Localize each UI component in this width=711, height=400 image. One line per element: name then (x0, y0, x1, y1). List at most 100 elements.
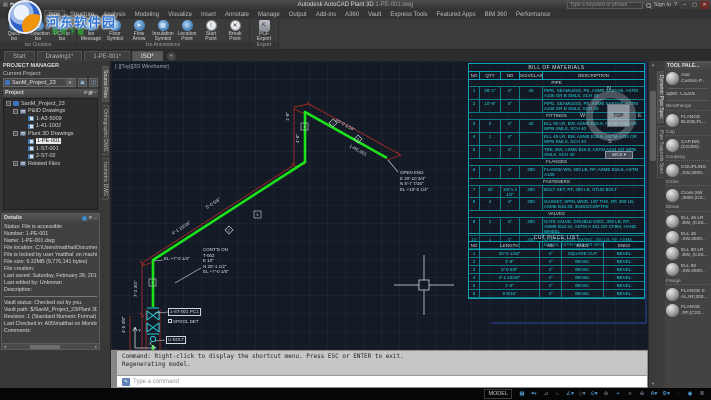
qat-icon[interactable]: ↷ (23, 2, 27, 8)
ribbon-tab[interactable]: Output (285, 11, 311, 19)
palette-item[interactable]: ELL 45 LR ,BW, (CS3... (666, 215, 710, 228)
palette-item[interactable]: ELL 90 LR ,BW, (CS3... (666, 247, 710, 260)
tool-palette-tab[interactable]: Dynamic Pipe Spec (657, 71, 664, 123)
ribbon-button[interactable]: ✉ Iso Message (79, 20, 103, 42)
tree-item[interactable]: 1-ST-001 (4, 145, 97, 153)
wcs-dropdown[interactable]: WCS ▾ (605, 151, 633, 159)
palette-item[interactable]: FLANGE ,RF,(CS3... (666, 304, 710, 317)
qat-icon[interactable]: ⬒ (10, 2, 15, 8)
viewcube-south[interactable]: S (608, 139, 612, 145)
palette-item[interactable]: BlindFlange (666, 104, 710, 110)
ribbon-button[interactable]: ▤ Quick Iso (2, 20, 26, 42)
palette-side-tab[interactable]: Orthographic DWG (102, 105, 109, 156)
ribbon-tab[interactable]: Annotate (221, 11, 253, 19)
tree-expand-toggle[interactable] (21, 116, 26, 121)
palette-side-tab[interactable]: Source Files (102, 66, 109, 102)
ribbon-button[interactable]: ⇱ PCF Export (252, 20, 276, 42)
ribbon-button[interactable]: ◫ Floor Symbol (103, 20, 127, 42)
ribbon-tab[interactable]: Structure (66, 11, 98, 19)
scroll-down-icon[interactable]: ▼ (649, 380, 657, 388)
palette-item[interactable]: Coupling (666, 155, 710, 161)
ribbon-tab[interactable]: Visualize (164, 11, 196, 19)
ribbon-tab[interactable]: Isos (44, 10, 65, 19)
palette-item[interactable]: Cross,SW ,3000 (CS... (666, 189, 710, 202)
sign-in-button[interactable]: Sign In (654, 2, 671, 8)
command-window[interactable]: Command: Right-click to display the shor… (111, 350, 648, 388)
tool-palette-tab[interactable]: Pipe Supports Spec (657, 126, 664, 178)
palette-item[interactable] (668, 88, 708, 89)
palette-item[interactable]: Cross (666, 180, 710, 186)
palette-item[interactable]: COUPLING ,SW,3000... (666, 164, 710, 177)
file-tab[interactable]: Drawing1* (37, 51, 83, 61)
palette-item[interactable]: Elbow (666, 205, 710, 211)
details-collapse-icon[interactable]: − (94, 216, 97, 221)
viewcube-east[interactable]: E (638, 113, 642, 119)
qat-icon[interactable]: ↶ (16, 2, 20, 8)
ribbon-button[interactable]: ✕ Break Point (223, 20, 247, 42)
status-toggle[interactable]: + (613, 390, 623, 399)
tree-item[interactable]: − P&ID Drawings (4, 108, 97, 116)
status-toggle[interactable]: ∠▾ (565, 390, 575, 399)
current-project-dropdown[interactable]: SanM_Project_23 ▼ (3, 78, 76, 87)
viewcube-north[interactable]: N (607, 86, 611, 92)
palette-item[interactable]: FLANGE S AL,RF,300... (666, 288, 710, 301)
status-toggle[interactable]: ≡ (625, 390, 635, 399)
ribbon-tab[interactable]: Vault (364, 11, 385, 19)
palette-side-tab[interactable]: Isometric DWG (102, 158, 109, 200)
status-toggle[interactable]: ⌗▾ (529, 390, 539, 399)
details-horizontal-scrollbar[interactable]: ◂ ▸ (2, 343, 99, 349)
tree-expand-toggle[interactable]: − (13, 131, 18, 136)
palette-item[interactable]: ELL 90 ,SW,3000... (666, 263, 710, 276)
canvas-vertical-scrollbar[interactable]: ▲ ▼ (648, 61, 656, 388)
infocenter-search-input[interactable]: Type a keyword or phrase (567, 2, 643, 9)
tool-palettes-title[interactable]: TOOL PALE... (665, 61, 711, 70)
ribbon-tab[interactable]: BIM 360 (481, 11, 511, 19)
file-tab[interactable]: ISO* (132, 51, 163, 61)
tree-expand-toggle[interactable] (21, 124, 26, 129)
ribbon-tab[interactable]: Featured Apps (433, 11, 480, 19)
command-input[interactable]: ✎ Type a command (112, 375, 647, 387)
views-icon[interactable]: ▥ (88, 90, 92, 96)
tree-expand-toggle[interactable] (21, 146, 26, 151)
details-refresh-icon[interactable]: ⟳ (89, 215, 93, 221)
tree-item[interactable]: − Plant 3D Drawings (4, 130, 97, 138)
status-toggle[interactable]: ⊙▾ (589, 390, 599, 399)
close-button[interactable]: ✕ (700, 1, 709, 9)
status-toggle[interactable]: ⊛ (601, 390, 611, 399)
ribbon-button[interactable]: ➤ Flow Arrow (127, 20, 151, 42)
qat-icon[interactable]: ▾ (29, 2, 32, 8)
scroll-up-icon[interactable]: ▲ (649, 61, 657, 69)
collapse-icon[interactable]: − (93, 90, 96, 96)
ribbon-button[interactable]: ▦ Insulation Symbol (151, 20, 175, 42)
file-tab[interactable]: Start (4, 51, 35, 61)
status-toggle[interactable]: ⚙▾ (661, 390, 671, 399)
ribbon-tab[interactable]: A360 (341, 11, 363, 19)
viewport-controls[interactable]: [-][Top][2D Wireframe] (115, 64, 169, 70)
tree-item[interactable]: 1-A3-5009 (4, 115, 97, 123)
tree-expand-toggle[interactable] (21, 139, 26, 144)
status-toggle[interactable]: ∟ (553, 390, 563, 399)
ribbon-button[interactable]: ! Start Point (199, 20, 223, 42)
file-tab[interactable]: 1-PE-001* (84, 51, 130, 61)
palette-item[interactable]: Flange (666, 279, 710, 285)
status-toggle[interactable]: ◉ (685, 390, 695, 399)
ribbon-tab[interactable]: Insert (197, 11, 220, 19)
refresh-icon[interactable]: ⟳ (83, 90, 87, 96)
maximize-button[interactable]: ▢ (690, 1, 699, 9)
status-toggle[interactable]: ◌ (673, 390, 683, 399)
model-space-button[interactable]: MODEL (484, 389, 512, 399)
scrollbar-thumb[interactable] (30, 345, 60, 349)
qat-icon[interactable]: ▤ (3, 2, 8, 8)
drawing-canvas[interactable]: [-][Top][2D Wireframe] (111, 61, 648, 388)
ribbon-tab[interactable]: Modeling (131, 11, 163, 19)
ribbon-tab[interactable]: Add-ins (312, 11, 340, 19)
ribbon-tab[interactable]: Manage (254, 11, 284, 19)
scroll-right-icon[interactable]: ▸ (93, 344, 99, 350)
project-section-header[interactable]: Project ⟳ ▥ − (3, 89, 98, 97)
search-icon[interactable] (646, 3, 651, 8)
viewcube-top-face[interactable]: TOP (607, 104, 630, 127)
status-toggle[interactable]: ◇▾ (577, 390, 587, 399)
ribbon-button[interactable]: ◎ Location Point (175, 20, 199, 42)
scroll-left-icon[interactable]: ◂ (2, 344, 8, 350)
status-toggle[interactable]: ▦ (517, 390, 527, 399)
